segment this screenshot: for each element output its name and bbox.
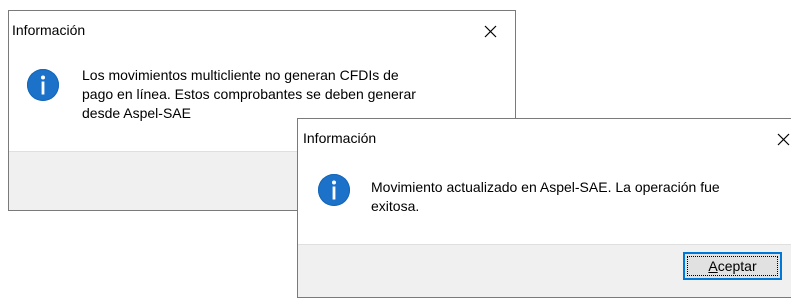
info-icon bbox=[318, 174, 350, 206]
close-icon bbox=[484, 25, 497, 38]
message-line: Movimiento actualizado en Aspel-SAE. La … bbox=[371, 179, 720, 195]
info-dialog-front: Información Movimiento actualizado en As… bbox=[297, 118, 791, 298]
message-line: exitosa. bbox=[371, 198, 420, 214]
accept-button-label-rest: ceptar bbox=[717, 258, 757, 274]
dialog-title: Información bbox=[303, 130, 377, 146]
dialog-message: Movimiento actualizado en Aspel-SAE. La … bbox=[371, 178, 720, 216]
accept-button[interactable]: Aceptar bbox=[683, 252, 782, 280]
accept-button-mnemonic: A bbox=[708, 258, 718, 274]
dialog-footer: Aceptar bbox=[298, 244, 791, 297]
close-button[interactable] bbox=[768, 127, 791, 151]
close-icon bbox=[777, 133, 790, 146]
close-button[interactable] bbox=[475, 19, 505, 43]
message-line: pago en línea. Estos comprobantes se deb… bbox=[82, 86, 416, 102]
accept-button-label: Aceptar bbox=[708, 258, 756, 274]
dialog-message: Los movimientos multicliente no generan … bbox=[82, 66, 416, 123]
info-icon bbox=[27, 69, 59, 101]
dialog-title: Información bbox=[12, 22, 86, 38]
message-line: Los movimientos multicliente no generan … bbox=[82, 67, 399, 83]
